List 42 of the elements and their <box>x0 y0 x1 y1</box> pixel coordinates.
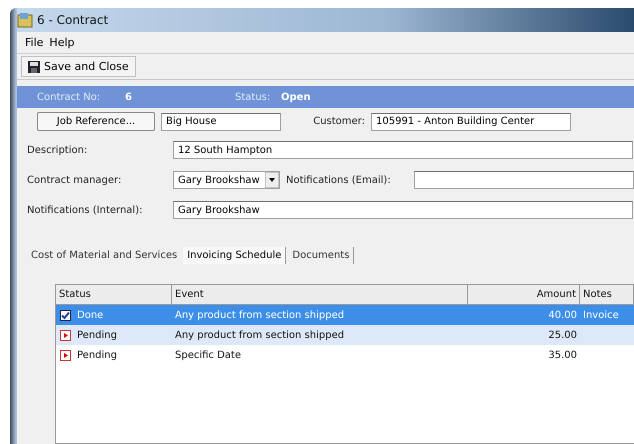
save-and-close-button[interactable]: Save and Close <box>21 56 136 77</box>
status-label: Status: <box>235 92 272 102</box>
contract-manager-dropdown[interactable]: Gary Brookshaw <box>173 171 280 189</box>
table-cell-text: Any product from section shipped <box>174 330 346 340</box>
tab[interactable]: Invoicing Schedule <box>183 247 286 264</box>
tab[interactable]: Cost of Material and Services <box>27 247 182 264</box>
window-title: 6 - Contract <box>37 13 108 27</box>
table-cell: Pending <box>77 350 117 360</box>
description-field[interactable]: 12 South Hampton <box>173 141 633 159</box>
table-cell-text: 35.00 <box>547 350 578 360</box>
table-cell-text: Invoice <box>582 310 620 320</box>
customer-label: Customer: <box>312 116 365 127</box>
table-row[interactable]: Pending Any product from section shipped 25.00 <box>56 325 634 345</box>
dropdown-arrow-icon[interactable] <box>265 172 279 188</box>
table-cell: Done <box>77 310 104 320</box>
table-cell: Pending <box>77 330 117 340</box>
internal-notifications-label: Notifications (Internal): <box>27 204 144 216</box>
table-cell-text: Specific Date <box>174 350 242 360</box>
internal-notifications-field[interactable]: Gary Brookshaw <box>173 201 633 219</box>
menu-item[interactable]: Help <box>49 36 74 49</box>
column-header[interactable]: Notes <box>580 285 634 305</box>
column-header[interactable]: Status <box>56 285 172 305</box>
email-notifications-label: Notifications (Email): <box>286 174 392 186</box>
description-label: Description: <box>27 144 88 156</box>
menu-item[interactable]: File <box>25 36 44 49</box>
app-icon <box>17 12 33 28</box>
job-reference-button[interactable]: Job Reference... <box>37 112 155 131</box>
tab[interactable]: Documents <box>288 247 354 264</box>
email-notifications-field[interactable] <box>414 171 634 189</box>
contract-number: 6 <box>125 92 133 102</box>
job-reference-field[interactable]: Big House <box>161 112 281 130</box>
table-cell-text: 40.00 <box>547 310 578 320</box>
table-cell-text: Any product from section shipped <box>174 310 346 320</box>
save-icon <box>28 60 40 72</box>
checkbox-checked-icon[interactable] <box>60 310 71 320</box>
table-cell-text: 25.00 <box>547 330 578 340</box>
contract-number-label: Contract No: <box>37 92 102 102</box>
status-value: Open <box>281 92 312 102</box>
customer-field[interactable]: 105991 - Anton Building Center <box>371 112 571 130</box>
column-header[interactable]: Amount <box>468 285 580 305</box>
column-header[interactable]: Event <box>172 285 468 305</box>
contract-manager-label: Contract manager: <box>27 174 122 186</box>
